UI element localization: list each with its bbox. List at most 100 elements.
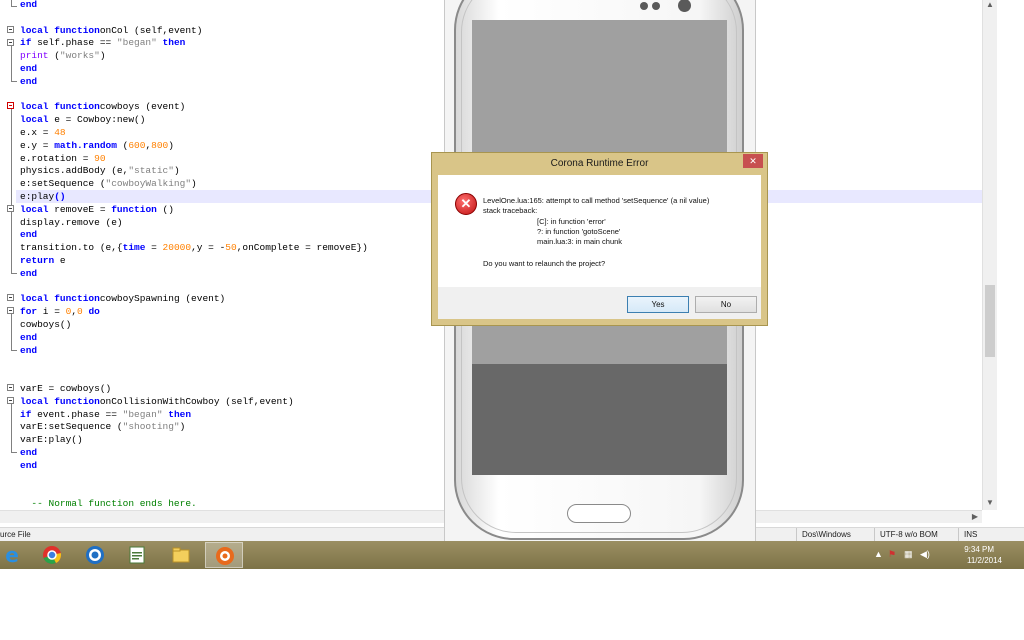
taskbar-app-corona-simulator[interactable] xyxy=(205,542,243,568)
relaunch-question: Do you want to relaunch the project? xyxy=(483,259,606,268)
fold-toggle[interactable] xyxy=(7,39,14,46)
fold-toggle[interactable] xyxy=(7,294,14,301)
code-token: end xyxy=(20,331,38,343)
show-hidden-icon[interactable]: ▲ xyxy=(874,549,883,559)
code-token: varE = cowboys() xyxy=(20,383,112,394)
code-line[interactable]: local functioncowboySpawning (event) xyxy=(20,292,225,305)
code-line[interactable]: varE:play() xyxy=(20,433,83,446)
volume-icon[interactable]: ◀) xyxy=(920,549,930,560)
code-token: ) xyxy=(191,178,197,190)
code-token: = xyxy=(145,242,163,254)
code-line[interactable]: local removeE = function () xyxy=(20,203,174,216)
code-token: "static" xyxy=(128,165,174,177)
code-line[interactable]: local functiononCol (self,event) xyxy=(20,24,202,37)
taskbar-app-editor[interactable] xyxy=(118,542,156,568)
code-line[interactable]: for i = 0,0 do xyxy=(20,305,100,318)
code-token: end xyxy=(20,344,38,356)
code-line[interactable]: cowboys() xyxy=(20,318,71,331)
code-line[interactable]: print ("works") xyxy=(20,49,106,62)
corona-simulator-icon xyxy=(216,547,234,565)
code-token: end xyxy=(20,229,38,241)
scroll-down-icon[interactable]: ▼ xyxy=(986,498,994,507)
code-token: if xyxy=(20,408,32,420)
code-line[interactable]: e:setSequence ("cowboyWalking") xyxy=(20,177,197,190)
code-line[interactable]: e.rotation = 90 xyxy=(20,152,106,165)
code-token: cowboys (event) xyxy=(99,101,186,113)
clock-time[interactable]: 9:34 PM xyxy=(964,545,994,554)
eol-format: Dos\Windows xyxy=(796,528,874,542)
code-line[interactable]: -- Normal function ends here. xyxy=(20,497,197,510)
action-center-icon[interactable]: ⚑ xyxy=(888,549,896,560)
code-line[interactable]: if self.phase == "began" then xyxy=(20,36,185,49)
network-icon[interactable]: ▦ xyxy=(904,549,913,560)
code-line[interactable]: end xyxy=(20,267,37,280)
scroll-right-icon[interactable]: ▶ xyxy=(972,511,978,523)
code-line[interactable]: end xyxy=(20,62,37,75)
code-token: e xyxy=(54,255,66,266)
fold-toggle[interactable] xyxy=(7,307,14,314)
fold-end-marker xyxy=(11,6,17,7)
code-token: local function xyxy=(20,293,100,305)
code-line[interactable]: end xyxy=(20,75,37,88)
code-line[interactable]: varE:setSequence ("shooting") xyxy=(20,420,185,433)
notepad-icon xyxy=(129,546,145,564)
code-token: varE:setSequence ( xyxy=(20,421,123,433)
dialog-footer: Yes No xyxy=(438,287,761,319)
code-line[interactable]: e.y = math.random (600,800) xyxy=(20,139,174,152)
code-token: if xyxy=(20,37,32,49)
scroll-thumb[interactable] xyxy=(985,285,995,357)
code-line[interactable]: end xyxy=(20,0,37,11)
home-button[interactable] xyxy=(567,504,631,523)
code-line[interactable]: end xyxy=(20,344,37,357)
fold-toggle[interactable] xyxy=(7,205,14,212)
close-icon[interactable]: ✕ xyxy=(743,154,763,168)
code-line[interactable]: physics.addBody (e,"static") xyxy=(20,164,180,177)
scroll-up-icon[interactable]: ▲ xyxy=(986,0,994,9)
code-line[interactable]: local functioncowboys (event) xyxy=(20,100,185,113)
taskbar-app-corona-ide[interactable] xyxy=(76,542,114,568)
camera-icon xyxy=(640,2,648,10)
code-token: local function xyxy=(20,24,100,36)
code-token: "began" xyxy=(122,408,163,420)
taskbar-app-internet-explorer[interactable]: e xyxy=(0,542,26,568)
fold-guide xyxy=(11,46,12,81)
simulator-screen-lower[interactable] xyxy=(472,364,727,475)
code-line[interactable]: end xyxy=(20,228,37,241)
code-line[interactable]: local e = Cowboy:new() xyxy=(20,113,145,126)
code-token: "cowboyWalking" xyxy=(105,178,192,190)
code-token: self.phase == xyxy=(31,37,117,49)
code-token: cowboySpawning (event) xyxy=(99,293,226,305)
code-line[interactable]: end xyxy=(20,459,37,472)
fold-toggle[interactable] xyxy=(7,397,14,404)
folder-icon xyxy=(172,547,190,563)
yes-button[interactable]: Yes xyxy=(627,296,689,313)
code-token: ) xyxy=(99,50,106,62)
fold-end-marker xyxy=(11,273,17,274)
code-token: "works" xyxy=(59,50,100,62)
code-token: end xyxy=(20,447,38,458)
fold-toggle[interactable] xyxy=(7,26,14,33)
fold-toggle[interactable] xyxy=(7,384,14,391)
code-line[interactable]: transition.to (e,{time = 20000,y = -50,o… xyxy=(20,241,368,254)
code-line[interactable]: if event.phase == "began" then xyxy=(20,408,191,421)
no-button[interactable]: No xyxy=(695,296,757,313)
clock-date[interactable]: 11/2/2014 xyxy=(967,556,1002,565)
code-line[interactable]: display.remove (e) xyxy=(20,216,123,229)
taskbar-app-file-explorer[interactable] xyxy=(162,542,200,568)
code-line[interactable]: local functiononCollisionWithCowboy (sel… xyxy=(20,395,294,408)
code-line[interactable]: end xyxy=(20,446,37,459)
code-line[interactable]: varE = cowboys() xyxy=(20,382,111,395)
code-line[interactable]: return e xyxy=(20,254,66,267)
error-icon: ✕ xyxy=(455,193,477,215)
code-line[interactable]: e.x = 48 xyxy=(20,126,66,139)
code-token: -- Normal function ends here. xyxy=(20,498,197,510)
code-token: end xyxy=(20,0,38,10)
taskbar-app-chrome[interactable] xyxy=(33,542,71,568)
code-line[interactable]: end xyxy=(20,331,37,344)
system-tray: ▲ ⚑ ▦ ◀) 9:34 PM 11/2/2014 xyxy=(864,541,1024,569)
vertical-scrollbar[interactable]: ▲ ▼ xyxy=(982,0,997,510)
code-token: return xyxy=(20,255,55,266)
traceback-line: ?: in function 'gotoScene' xyxy=(537,227,621,236)
fold-toggle[interactable] xyxy=(7,102,14,109)
code-token: end xyxy=(20,459,38,471)
